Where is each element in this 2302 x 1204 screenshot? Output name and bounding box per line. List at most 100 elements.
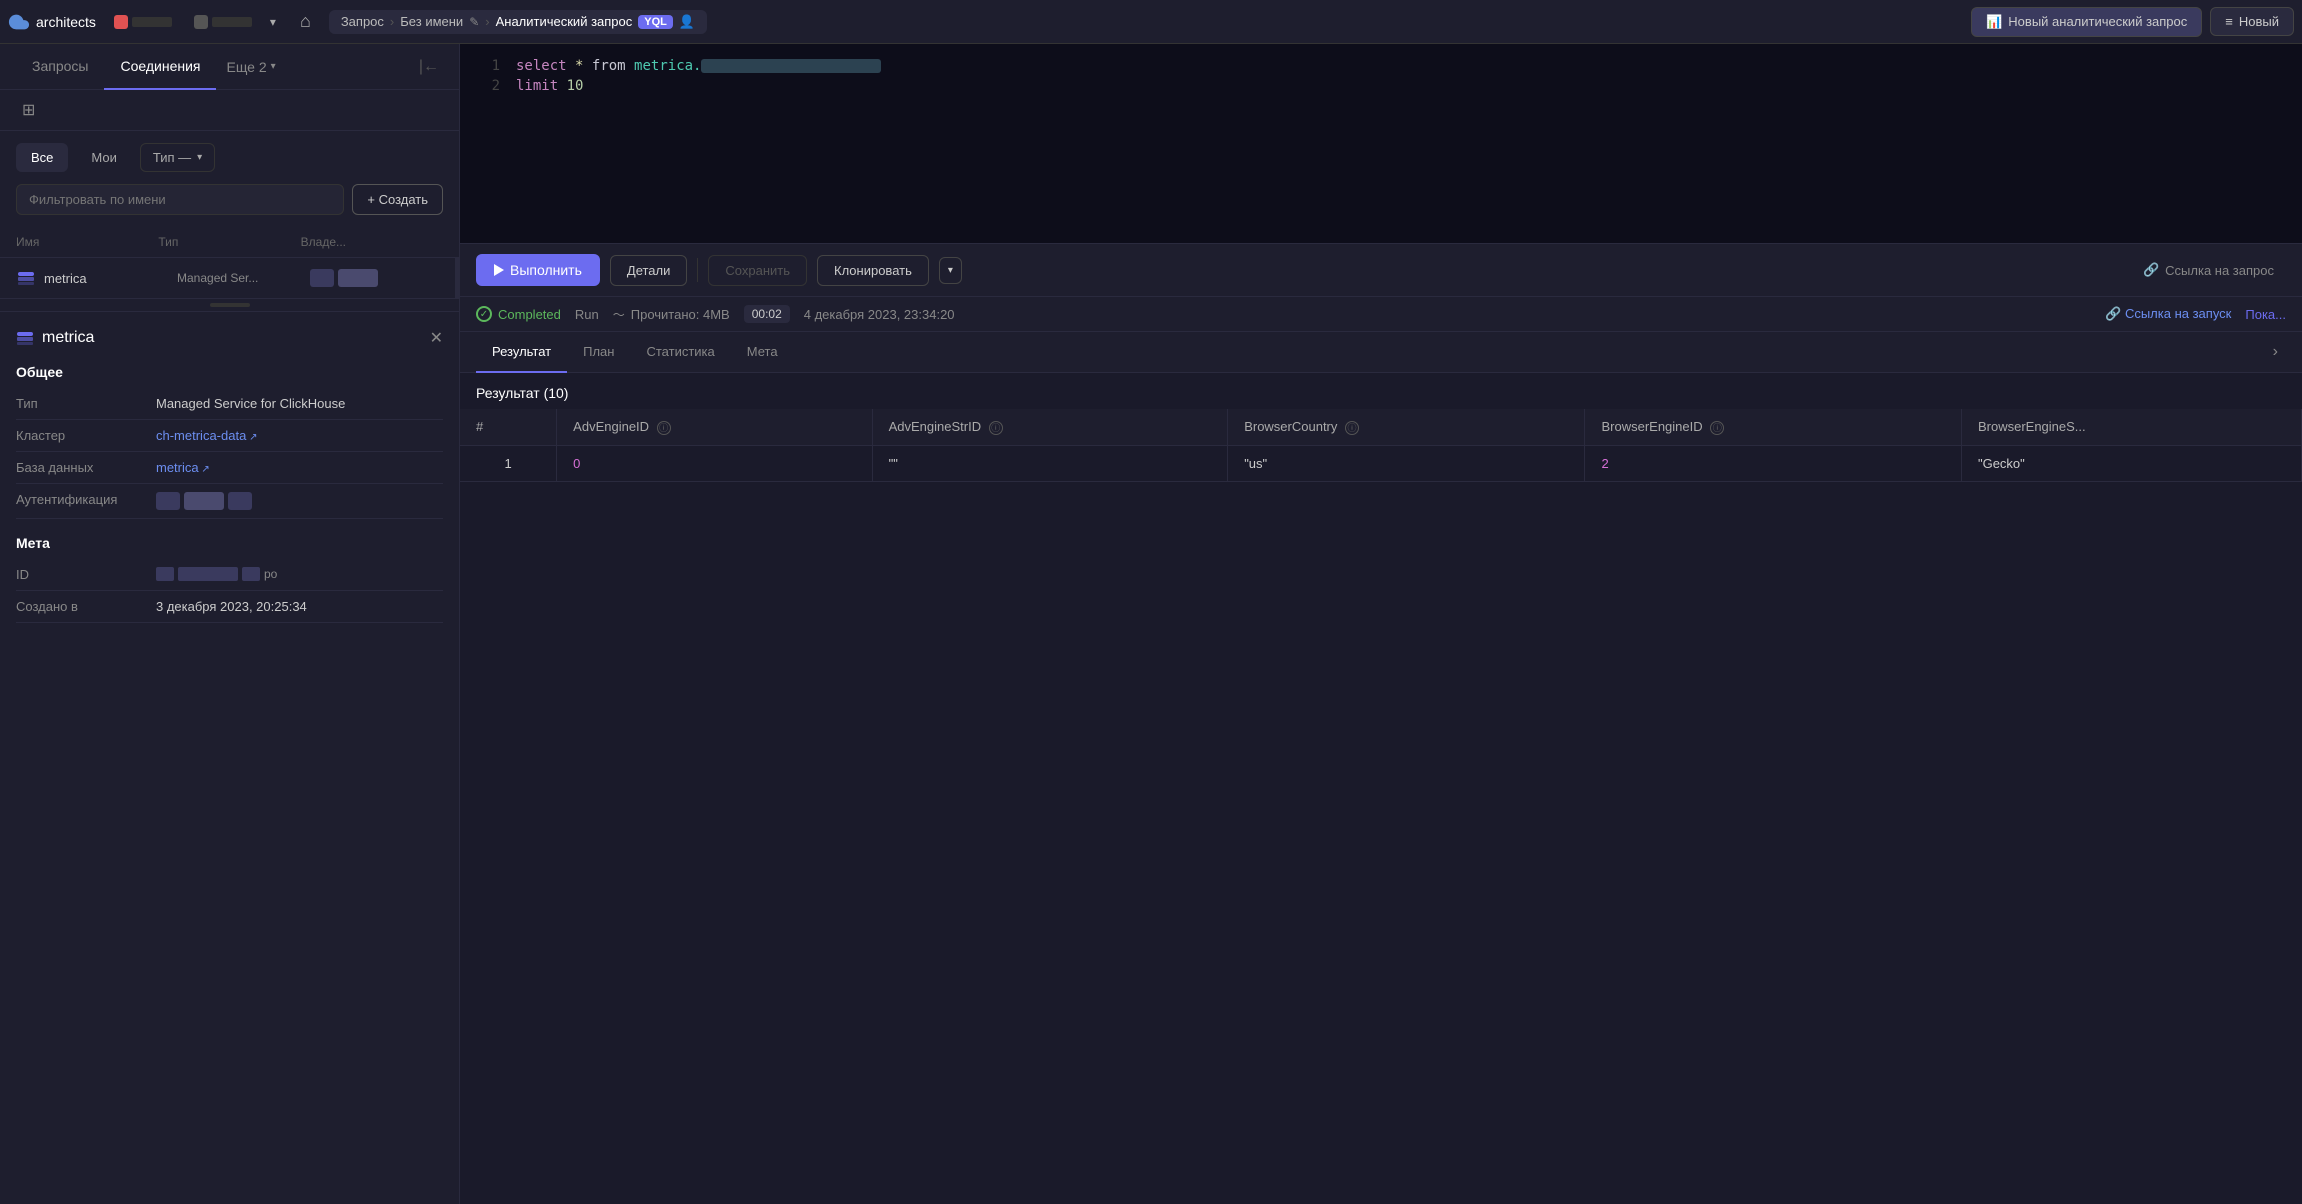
- chart-icon: 📊: [1986, 14, 2002, 30]
- filter-row: Все Мои Тип — ▾: [0, 131, 459, 184]
- query-toolbar: Выполнить Детали Сохранить Клонировать ▾…: [460, 244, 2302, 297]
- tab-dropdown-button[interactable]: ▾: [264, 12, 282, 32]
- brand[interactable]: architects: [8, 11, 96, 33]
- connection-owner: [310, 269, 443, 287]
- detail-header: metrica ✕: [16, 328, 443, 348]
- filter-icon-button[interactable]: ⊞: [16, 96, 41, 125]
- cell-browser-engine-id: 2: [1585, 445, 1962, 481]
- detail-row-type: Тип Managed Service for ClickHouse: [16, 388, 443, 420]
- col-row-num: #: [460, 409, 557, 445]
- col-header-name: Имя: [16, 235, 158, 249]
- code-line-2: 2 limit 10: [460, 76, 2302, 96]
- owner-avatar-2: [338, 269, 378, 287]
- detail-close-button[interactable]: ✕: [430, 328, 443, 348]
- tab-label-1: [132, 17, 172, 27]
- browser-country-info-icon[interactable]: ⓘ: [1345, 421, 1359, 435]
- nav-label-noname: Без имени: [400, 14, 463, 29]
- sidebar-collapse-button[interactable]: |←: [415, 54, 443, 80]
- code-line-1: 1 select * from metrica.: [460, 56, 2302, 76]
- status-read-info: 〜 Прочитано: 4MB: [613, 306, 730, 323]
- result-tab-result[interactable]: Результат: [476, 332, 567, 373]
- new-label: Новый: [2239, 14, 2279, 29]
- auth-block-2: [184, 492, 224, 510]
- run-link-button[interactable]: 🔗 Ссылка на запуск: [2105, 306, 2231, 322]
- brand-name: architects: [36, 14, 96, 30]
- filter-mine-button[interactable]: Мои: [76, 143, 131, 172]
- toolbar-divider: [697, 258, 698, 282]
- result-tab-meta[interactable]: Мета: [731, 332, 794, 373]
- new-analytics-query-button[interactable]: 📊 Новый аналитический запрос: [1971, 7, 2202, 37]
- browser-engine-id-info-icon[interactable]: ⓘ: [1710, 421, 1724, 435]
- result-tabs: Результат План Статистика Мета ›: [460, 332, 2302, 373]
- new-button[interactable]: ≡ Новый: [2210, 7, 2294, 36]
- sidebar-tabs: Запросы Соединения Еще 2 ▾ |←: [0, 44, 459, 90]
- auth-block-3: [228, 492, 252, 510]
- clone-dropdown-button[interactable]: ▾: [939, 257, 962, 284]
- auth-block-1: [156, 492, 180, 510]
- chevron-down-icon-type: ▾: [197, 152, 202, 163]
- cell-adv-engine-id: 0: [557, 445, 872, 481]
- main-layout: Запросы Соединения Еще 2 ▾ |← ⊞ Все Мои: [0, 44, 2302, 1204]
- detail-row-cluster: Кластер ch-metrica-data: [16, 420, 443, 452]
- sidebar-tab-queries[interactable]: Запросы: [16, 44, 104, 90]
- result-title: Результат (10): [460, 373, 2302, 409]
- show-results-button[interactable]: Пока...: [2245, 307, 2286, 322]
- nav-user-icon: 👤: [679, 14, 695, 30]
- create-button[interactable]: + Создать: [352, 184, 443, 215]
- tab-icon-2: [194, 15, 208, 29]
- auth-display: [156, 492, 252, 510]
- tab-item-1[interactable]: [104, 11, 182, 33]
- details-button[interactable]: Детали: [610, 255, 688, 286]
- result-tab-plan[interactable]: План: [567, 332, 630, 373]
- detail-row-created: Создано в 3 декабря 2023, 20:25:34: [16, 591, 443, 623]
- detail-title: metrica: [16, 329, 94, 347]
- connections-table-header: Имя Тип Владе...: [0, 227, 459, 258]
- code-editor[interactable]: 1 select * from metrica. 2 limit 10: [460, 44, 2302, 244]
- status-date: 4 декабря 2023, 23:34:20: [804, 307, 955, 322]
- save-button[interactable]: Сохранить: [708, 255, 807, 286]
- result-tab-right: ›: [2265, 343, 2286, 361]
- type-dropdown-button[interactable]: Тип — ▾: [140, 143, 215, 172]
- table-row[interactable]: metrica Managed Ser...: [0, 258, 459, 299]
- result-table: # AdvEngineID ⓘ AdvEngineStrID ⓘ Browser…: [460, 409, 2302, 482]
- cluster-link[interactable]: ch-metrica-data: [156, 428, 257, 443]
- query-link-button[interactable]: 🔗 Ссылка на запрос: [2131, 255, 2286, 285]
- cell-row-num: 1: [460, 445, 557, 481]
- content-area: 1 select * from metrica. 2 limit 10 Выпо…: [460, 44, 2302, 1204]
- id-block-2: [178, 567, 238, 581]
- wave-icon: 〜: [613, 306, 625, 323]
- meta-section-title: Мета: [16, 535, 443, 551]
- link-icon: 🔗: [2143, 262, 2159, 278]
- tab-item-2[interactable]: [184, 11, 262, 33]
- result-tab-collapse[interactable]: ›: [2265, 343, 2286, 361]
- col-header-owner: Владе...: [301, 235, 443, 249]
- result-tab-stats[interactable]: Статистика: [630, 332, 730, 373]
- detail-row-id: ID ро: [16, 559, 443, 591]
- filter-all-button[interactable]: Все: [16, 143, 68, 172]
- db-link[interactable]: metrica: [156, 460, 210, 475]
- nav-label-query: Запрос: [341, 14, 384, 29]
- status-run-label: Run: [575, 307, 599, 322]
- tab-bar: ▾: [104, 11, 282, 33]
- clone-button[interactable]: Клонировать: [817, 255, 929, 286]
- sidebar-tab-more[interactable]: Еще 2 ▾: [216, 45, 285, 89]
- nav-edit-icon[interactable]: ✎: [469, 15, 479, 29]
- col-header-type: Тип: [158, 235, 300, 249]
- home-button[interactable]: ⌂: [290, 7, 321, 36]
- col-browser-country: BrowserCountry ⓘ: [1228, 409, 1585, 445]
- top-bar: architects ▾ ⌂ Запрос › Без имени ✎ › Ан…: [0, 0, 2302, 44]
- chevron-down-icon: ▾: [271, 61, 276, 72]
- sidebar-tab-connections[interactable]: Соединения: [104, 44, 216, 90]
- nav-separator: ›: [390, 14, 394, 29]
- adv-engine-str-id-info-icon[interactable]: ⓘ: [989, 421, 1003, 435]
- col-adv-engine-str-id: AdvEngineStrID ⓘ: [872, 409, 1228, 445]
- search-input[interactable]: [16, 184, 344, 215]
- id-display: ро: [156, 567, 277, 581]
- detail-row-db: База данных metrica: [16, 452, 443, 484]
- run-button[interactable]: Выполнить: [476, 254, 600, 286]
- adv-engine-id-info-icon[interactable]: ⓘ: [657, 421, 671, 435]
- nav-separator-2: ›: [485, 14, 489, 29]
- result-area: Результат (10) # AdvEngineID ⓘ AdvEng: [460, 373, 2302, 1204]
- ok-circle-icon: ✓: [476, 306, 492, 322]
- id-block-3: [242, 567, 260, 581]
